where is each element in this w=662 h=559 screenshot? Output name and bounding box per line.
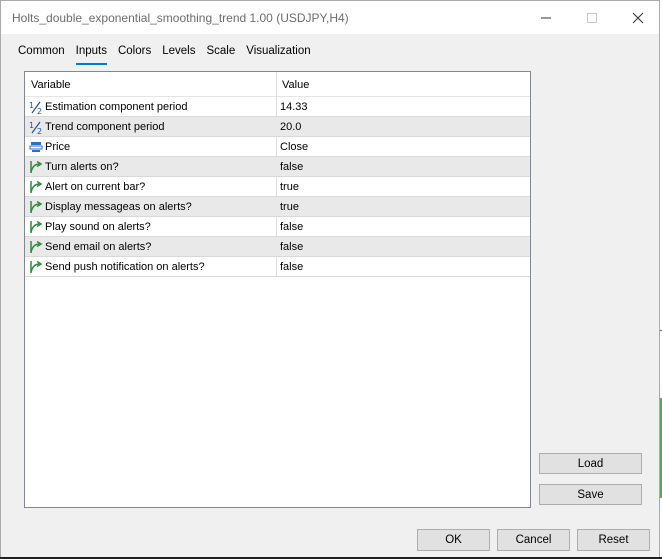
tab-visualization[interactable]: Visualization bbox=[246, 44, 310, 62]
table-row[interactable]: 12 Estimation component period 14.33 bbox=[25, 97, 530, 117]
reset-button[interactable]: Reset bbox=[577, 529, 650, 551]
ok-button[interactable]: OK bbox=[417, 529, 490, 551]
indicator-properties-dialog: Holts_double_exponential_smoothing_trend… bbox=[0, 0, 660, 558]
row-variable: Play sound on alerts? bbox=[45, 221, 151, 233]
table-row[interactable]: Display messageas on alerts? true bbox=[25, 197, 530, 217]
bool-arrow-icon bbox=[30, 220, 43, 233]
row-variable: Trend component period bbox=[45, 121, 165, 133]
tab-common[interactable]: Common bbox=[18, 44, 65, 62]
tab-strip: Common Inputs Colors Levels Scale Visual… bbox=[18, 44, 322, 65]
row-value[interactable]: false bbox=[280, 261, 303, 273]
row-value[interactable]: Close bbox=[280, 141, 308, 153]
svg-text:2: 2 bbox=[37, 127, 42, 134]
row-value[interactable]: true bbox=[280, 201, 299, 213]
row-value[interactable]: false bbox=[280, 241, 303, 253]
row-variable: Send push notification on alerts? bbox=[45, 261, 205, 273]
svg-text:1: 1 bbox=[29, 121, 34, 130]
bool-arrow-icon bbox=[30, 260, 43, 273]
row-value[interactable]: true bbox=[280, 181, 299, 193]
tab-levels[interactable]: Levels bbox=[162, 44, 195, 62]
fraction-icon: 12 bbox=[29, 121, 42, 134]
header-variable[interactable]: Variable bbox=[31, 79, 71, 91]
save-button[interactable]: Save bbox=[539, 484, 642, 505]
table-row[interactable]: Turn alerts on? false bbox=[25, 157, 530, 177]
row-variable: Price bbox=[45, 141, 71, 153]
table-row[interactable]: Play sound on alerts? false bbox=[25, 217, 530, 237]
load-button[interactable]: Load bbox=[539, 453, 642, 474]
table-row[interactable]: Send email on alerts? false bbox=[25, 237, 530, 257]
row-value[interactable]: 14.33 bbox=[280, 101, 308, 113]
table-row[interactable]: Send push notification on alerts? false bbox=[25, 257, 530, 277]
table-row[interactable]: 12 Trend component period 20.0 bbox=[25, 117, 530, 137]
bool-arrow-icon bbox=[30, 180, 43, 193]
close-button[interactable] bbox=[615, 1, 661, 34]
title-bar: Holts_double_exponential_smoothing_trend… bbox=[1, 1, 659, 34]
minimize-icon bbox=[541, 17, 551, 18]
header-value[interactable]: Value bbox=[282, 79, 309, 91]
row-value[interactable]: false bbox=[280, 161, 303, 173]
row-variable: Alert on current bar? bbox=[45, 181, 146, 193]
svg-text:1: 1 bbox=[29, 101, 34, 110]
maximize-button[interactable] bbox=[569, 1, 615, 34]
row-variable: Estimation component period bbox=[45, 101, 188, 113]
row-variable: Display messageas on alerts? bbox=[45, 201, 192, 213]
bool-arrow-icon bbox=[30, 200, 43, 213]
cancel-button[interactable]: Cancel bbox=[497, 529, 570, 551]
tab-colors[interactable]: Colors bbox=[118, 44, 151, 62]
list-icon bbox=[29, 142, 43, 152]
table-row[interactable]: Price Close bbox=[25, 137, 530, 157]
bool-arrow-icon bbox=[30, 160, 43, 173]
bool-arrow-icon bbox=[30, 240, 43, 253]
window-title: Holts_double_exponential_smoothing_trend… bbox=[12, 11, 349, 25]
minimize-button[interactable] bbox=[523, 1, 569, 34]
svg-text:2: 2 bbox=[37, 107, 42, 114]
table-row[interactable]: Alert on current bar? true bbox=[25, 177, 530, 197]
footer-bar: OK Cancel Reset bbox=[1, 519, 659, 557]
table-header: Variable Value bbox=[25, 72, 530, 97]
fraction-icon: 12 bbox=[29, 101, 42, 114]
tab-scale[interactable]: Scale bbox=[206, 44, 235, 62]
row-value[interactable]: false bbox=[280, 221, 303, 233]
inputs-table: Variable Value 12 Estimation component p… bbox=[24, 71, 531, 508]
close-icon bbox=[632, 12, 644, 23]
row-variable: Turn alerts on? bbox=[45, 161, 119, 173]
maximize-icon bbox=[587, 12, 597, 23]
row-variable: Send email on alerts? bbox=[45, 241, 152, 253]
tab-inputs[interactable]: Inputs bbox=[75, 44, 108, 65]
row-value[interactable]: 20.0 bbox=[280, 121, 301, 133]
